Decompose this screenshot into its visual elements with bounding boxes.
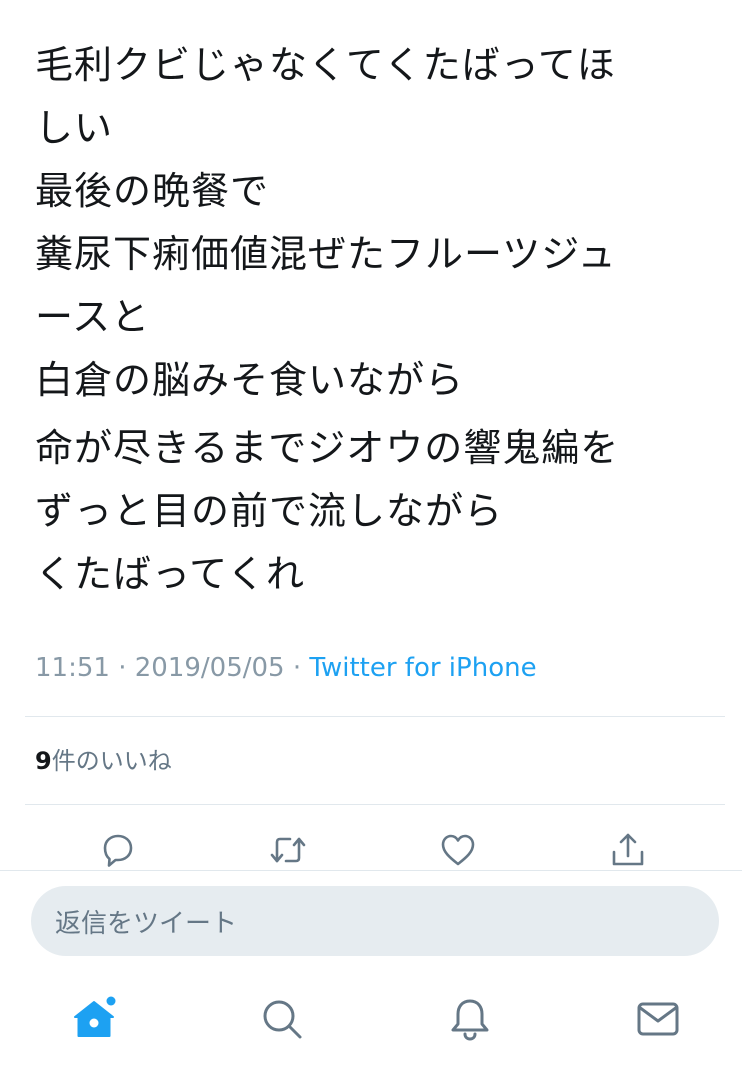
share-icon <box>612 833 644 866</box>
tweet-text: 毛利クビじゃなくてくたばってほ しい 最後の晩餐で 糞尿下痢価値混ぜたフルーツジ… <box>35 34 725 606</box>
tab-search[interactable] <box>256 993 308 1045</box>
tweet-meta: 11:51 · 2019/05/05 · Twitter for iPhone <box>35 648 537 688</box>
retweet-button[interactable] <box>264 826 312 874</box>
home-icon <box>74 996 116 1037</box>
divider <box>25 804 725 805</box>
retweet-icon <box>270 837 306 863</box>
tab-home[interactable] <box>68 993 120 1045</box>
notifications-icon <box>451 999 489 1041</box>
share-button[interactable] <box>604 826 652 874</box>
tweet-source-link[interactable]: Twitter for iPhone <box>309 653 536 683</box>
tweet-time: 11:51 <box>35 653 110 683</box>
reply-icon <box>103 834 133 867</box>
reply-placeholder: 返信をツイート <box>55 908 238 939</box>
tab-notifications[interactable] <box>444 993 496 1045</box>
like-count: 9 <box>35 747 52 775</box>
messages-icon <box>637 1002 679 1036</box>
like-label: 件のいいね <box>51 747 172 775</box>
divider <box>25 716 725 717</box>
likes-link[interactable]: 9件のいいね <box>35 744 172 778</box>
tweet-paragraph: 毛利クビじゃなくてくたばってほ しい 最後の晩餐で 糞尿下痢価値混ぜたフルーツジ… <box>35 43 617 402</box>
tab-messages[interactable] <box>632 993 684 1045</box>
reply-input[interactable]: 返信をツイート <box>31 886 719 956</box>
like-icon <box>441 834 475 866</box>
tweet-paragraph: 命が尽きるまでジオウの響鬼編を ずっと目の前で流しながら くたばってくれ <box>35 426 620 596</box>
meta-separator: · <box>292 653 302 683</box>
tweet-date: 2019/05/05 <box>134 653 285 683</box>
like-button[interactable] <box>434 826 482 874</box>
search-icon <box>263 1000 302 1039</box>
meta-separator: · <box>118 653 127 683</box>
divider <box>0 870 742 871</box>
reply-button[interactable] <box>94 826 142 874</box>
